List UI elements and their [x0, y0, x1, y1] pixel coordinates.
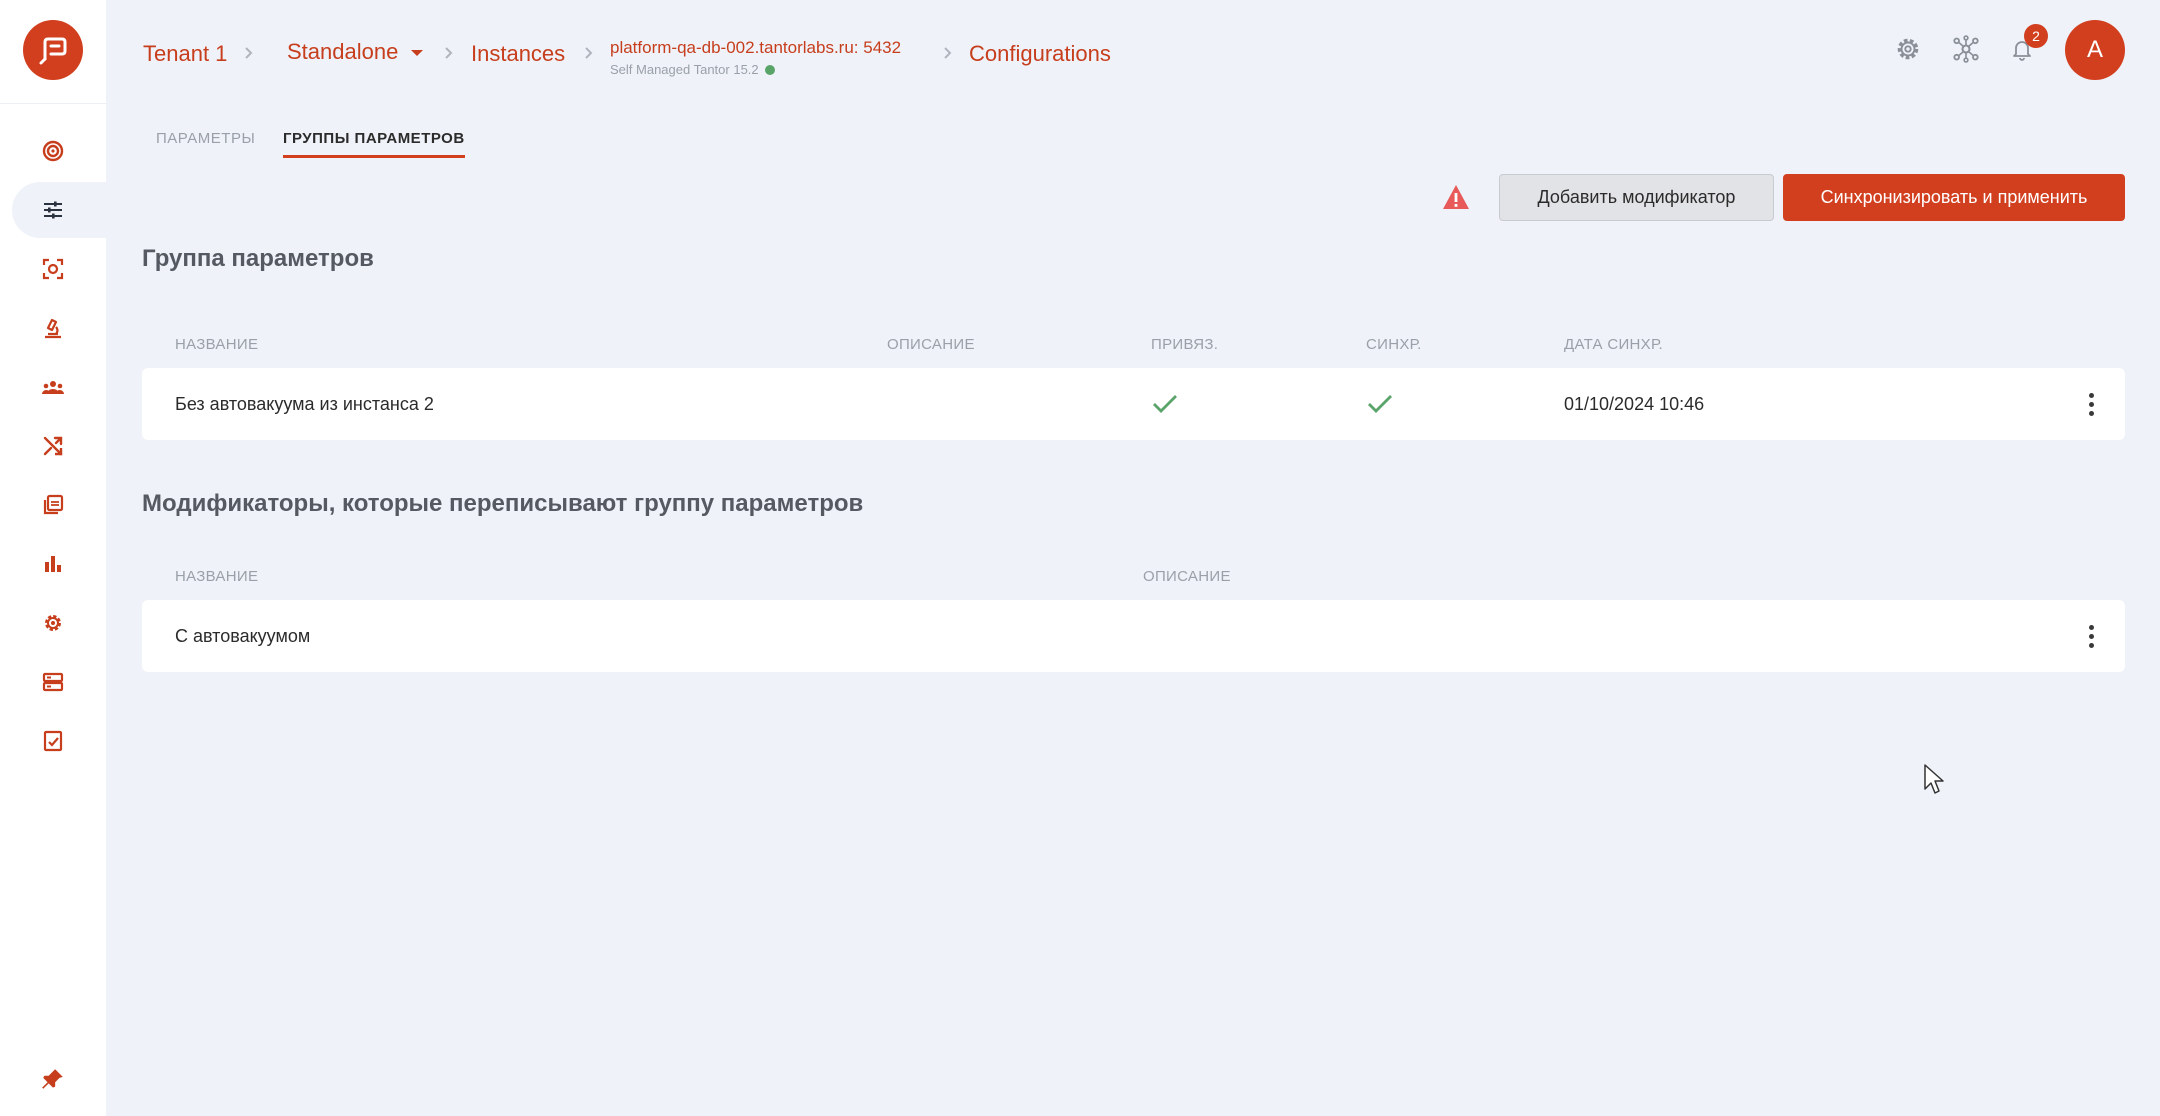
sidebar-item-users[interactable]	[12, 359, 106, 415]
shuffle-icon	[43, 436, 63, 456]
add-modifier-button[interactable]: Добавить модификатор	[1499, 174, 1774, 221]
breadcrumb-configurations[interactable]: Configurations	[969, 41, 1111, 67]
sidebar-item-analysis[interactable]	[12, 300, 106, 356]
target-icon	[42, 140, 64, 162]
row-synced	[1367, 368, 1393, 440]
row-sync-date: 01/10/2024 10:46	[1564, 393, 1705, 414]
checklist-icon	[43, 730, 63, 752]
column-header-sync-date: ДАТА СИНХР.	[1564, 336, 1663, 353]
mouse-cursor-icon	[1924, 764, 1944, 794]
breadcrumb-instance[interactable]: platform-qa-db-002.tantorlabs.ru: 5432	[610, 38, 901, 58]
cluster-type-label: Standalone	[287, 39, 399, 64]
bar-chart-icon	[45, 556, 61, 572]
scan-icon	[42, 258, 64, 280]
settings-button[interactable]	[1892, 33, 1924, 65]
status-ok-icon	[764, 64, 775, 75]
sidebar	[0, 0, 106, 1116]
notification-badge: 2	[2024, 24, 2048, 48]
row-menu-icon[interactable]	[2077, 622, 2105, 650]
chevron-right-icon	[585, 47, 593, 59]
check-icon	[1153, 395, 1177, 413]
layers-icon	[43, 494, 64, 515]
check-icon	[1368, 395, 1392, 413]
column-header-name: НАЗВАНИЕ	[175, 568, 259, 585]
sync-apply-button[interactable]: Синхронизировать и применить	[1783, 174, 2125, 221]
network-icon	[1953, 35, 1979, 63]
logo-icon	[39, 37, 67, 65]
row-bound	[1152, 368, 1178, 440]
avatar[interactable]: A	[2065, 20, 2125, 80]
warning-icon[interactable]	[1442, 184, 1470, 210]
sidebar-item-backups[interactable]	[12, 477, 106, 533]
column-header-description: ОПИСАНИЕ	[887, 336, 975, 353]
instance-version: Self Managed Tantor 15.2	[610, 62, 759, 77]
tab-parameter-groups[interactable]: ГРУППЫ ПАРАМЕТРОВ	[283, 130, 465, 158]
row-name: Без автовакуума из инстанса 2	[175, 393, 434, 414]
section-title-param-group: Группа параметров	[142, 245, 374, 272]
tab-parameters[interactable]: ПАРАМЕТРЫ	[156, 130, 255, 147]
table-row[interactable]: С автовакуумом	[142, 600, 2125, 672]
sidebar-item-configurations[interactable]	[12, 182, 106, 238]
breadcrumb-cluster-type[interactable]: Standalone	[287, 39, 424, 65]
column-header-description: ОПИСАНИЕ	[1143, 568, 1231, 585]
gear-icon	[45, 615, 61, 631]
row-name: С автовакуумом	[175, 625, 311, 646]
sidebar-item-monitoring[interactable]	[12, 123, 106, 179]
users-icon	[42, 381, 64, 394]
chevron-right-icon	[445, 47, 453, 59]
row-menu-icon[interactable]	[2077, 390, 2105, 418]
sidebar-item-inspector[interactable]	[12, 241, 106, 297]
network-button[interactable]	[1950, 33, 1982, 65]
app-logo[interactable]	[23, 20, 83, 80]
microscope-icon	[45, 318, 61, 339]
table-row[interactable]: Без автовакуума из инстанса 2 01/10/2024…	[142, 368, 2125, 440]
column-header-name: НАЗВАНИЕ	[175, 336, 259, 353]
sidebar-item-servers[interactable]	[12, 654, 106, 710]
gear-icon	[1897, 38, 1919, 60]
sidebar-item-replication[interactable]	[12, 418, 106, 474]
column-header-bound: ПРИВЯЗ.	[1151, 336, 1219, 353]
sidebar-item-settings[interactable]	[12, 595, 106, 651]
server-icon	[42, 672, 64, 692]
sidebar-item-statistics[interactable]	[12, 536, 106, 592]
breadcrumb-instances[interactable]: Instances	[471, 41, 565, 67]
sidebar-item-tasks[interactable]	[12, 713, 106, 769]
instance-subtitle: Self Managed Tantor 15.2	[610, 62, 775, 77]
column-header-synced: СИНХР.	[1366, 336, 1422, 353]
breadcrumb-tenant[interactable]: Tenant 1	[143, 41, 227, 67]
sidebar-divider	[0, 103, 106, 104]
section-title-modifiers: Модификаторы, которые переписывают групп…	[142, 490, 864, 517]
pin-icon[interactable]	[40, 1066, 66, 1092]
chevron-right-icon	[245, 47, 253, 59]
caret-down-icon	[411, 50, 424, 57]
sliders-icon	[44, 201, 62, 219]
chevron-right-icon	[944, 47, 952, 59]
